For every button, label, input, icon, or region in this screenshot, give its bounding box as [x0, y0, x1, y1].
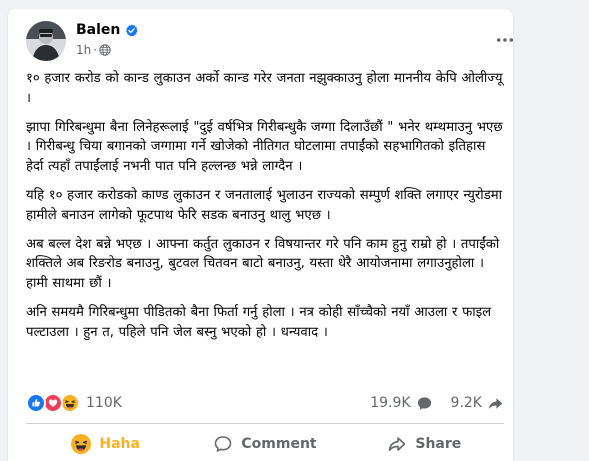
comment-button[interactable]: Comment: [185, 428, 344, 460]
post-paragraph-4: अब बल्ल देश बन्ने भएछ । आफ्ना कर्तुत लुक…: [26, 236, 500, 291]
comment-icon: [215, 436, 232, 452]
comments-count-button[interactable]: 19.9K: [370, 395, 432, 412]
haha-icon: [60, 393, 80, 413]
shares-count-button[interactable]: 9.2K: [451, 395, 504, 412]
meta-separator: ·: [93, 43, 98, 57]
post-body: १० हजार करोड को कान्ड लुकाउन अर्को कान्ड…: [26, 69, 506, 352]
post-paragraph-3: यहि १० हजार करोडको काण्ड लुकाउन र जनताला…: [26, 187, 503, 223]
author-line: Balen: [76, 22, 138, 38]
avatar-image: [26, 21, 66, 61]
post-card: Balen 1h · १० हजार करोड को कान्ड लुकाउन …: [8, 9, 514, 461]
verified-badge-icon: [126, 23, 138, 36]
comment-label: Comment: [241, 436, 317, 452]
like-icon: [26, 393, 46, 413]
post-header: Balen 1h ·: [26, 21, 514, 61]
post-actions: Haha Comment Share: [26, 427, 504, 461]
haha-label: Haha: [99, 436, 140, 452]
more-options-button[interactable]: [494, 31, 516, 49]
post-time[interactable]: 1h: [76, 43, 91, 57]
reactions-count[interactable]: 110K: [86, 395, 122, 411]
share-arrow-icon: [488, 397, 503, 409]
haha-icon: [71, 434, 92, 454]
actions-divider: [26, 423, 504, 424]
shares-count: 9.2K: [450, 395, 482, 411]
share-label: Share: [415, 436, 462, 452]
post-meta: 1h ·: [76, 43, 111, 57]
reactions-summary[interactable]: 110K: [26, 393, 122, 413]
author-name[interactable]: Balen: [76, 22, 120, 38]
comment-bubble-icon: [417, 396, 431, 410]
comments-count: 19.9K: [370, 395, 411, 411]
more-dots-icon: [496, 38, 514, 42]
love-icon: [43, 393, 63, 413]
share-button[interactable]: Share: [345, 428, 504, 460]
share-icon: [389, 437, 406, 451]
post-stats: 110K 19.9K 9.2K: [26, 391, 504, 415]
avatar[interactable]: [26, 21, 66, 61]
post-paragraph-5: अनि समयमै गिरिबन्धुमा पीडितको बैना फिर्त…: [26, 304, 492, 340]
haha-reaction-button[interactable]: Haha: [26, 428, 185, 460]
post-paragraph-2: झापा गिरिबन्धुमा बैना लिनेहरूलाई "दुई वर…: [26, 119, 503, 174]
globe-icon: [99, 44, 111, 56]
engagement-counts: 19.9K 9.2K: [370, 395, 504, 412]
post-paragraph-1: १० हजार करोड को कान्ड लुकाउन अर्को कान्ड…: [26, 71, 503, 106]
